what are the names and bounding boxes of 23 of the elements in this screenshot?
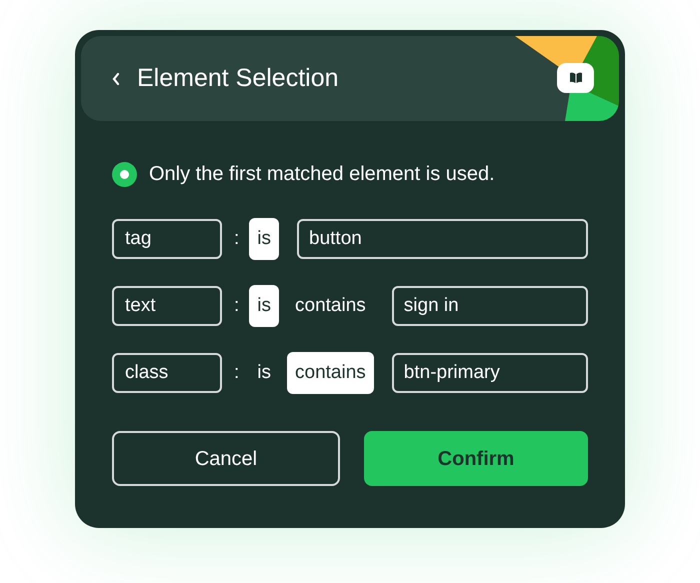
cancel-button[interactable]: Cancel	[112, 431, 340, 486]
attribute-field[interactable]: text	[112, 286, 222, 326]
value-field[interactable]: sign in	[392, 286, 588, 326]
value-field[interactable]: btn-primary	[392, 353, 588, 393]
attribute-field[interactable]: tag	[112, 219, 222, 259]
separator-text: :	[234, 360, 240, 385]
back-icon	[111, 70, 121, 86]
operator-option[interactable]: contains	[287, 285, 374, 327]
back-button[interactable]	[111, 70, 121, 86]
operator-option[interactable]: contains	[287, 352, 374, 394]
notice-text: Only the first matched element is used.	[149, 162, 495, 187]
confirm-button[interactable]: Confirm	[364, 431, 588, 486]
separator-text: :	[234, 294, 240, 318]
window-title: Element Selection	[137, 62, 339, 94]
book-icon	[568, 72, 582, 84]
operator-option[interactable]: is	[249, 285, 280, 327]
attribute-field[interactable]: class	[112, 353, 222, 393]
separator-text: :	[234, 226, 240, 251]
radio-button[interactable]	[112, 162, 137, 186]
operator-option[interactable]: is	[249, 218, 280, 260]
guide-button[interactable]	[557, 63, 594, 93]
operator-option[interactable]: is	[249, 352, 280, 394]
value-field[interactable]: button	[297, 219, 588, 259]
